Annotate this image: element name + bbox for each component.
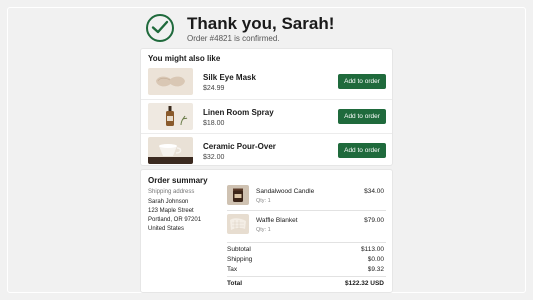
divider bbox=[227, 276, 386, 277]
page-title: Thank you, Sarah! bbox=[187, 14, 335, 33]
shipping-value: $0.00 bbox=[367, 256, 384, 263]
tax-value: $9.32 bbox=[367, 266, 384, 273]
checkmark-icon bbox=[146, 14, 174, 42]
product-price: $32.00 bbox=[203, 154, 225, 161]
order-summary-card: Order summary Shipping address Sarah Joh… bbox=[140, 169, 393, 293]
product-name: Silk Eye Mask bbox=[203, 73, 256, 82]
address-line: Sarah Johnson bbox=[148, 199, 189, 205]
divider bbox=[227, 210, 386, 211]
product-name: Linen Room Spray bbox=[203, 108, 274, 117]
product-name: Ceramic Pour-Over bbox=[203, 142, 276, 151]
product-price: $24.99 bbox=[203, 85, 225, 92]
subtotal-label: Subtotal bbox=[227, 246, 251, 253]
subtotal-value: $113.00 bbox=[360, 246, 384, 253]
confirmation-header: Thank you, Sarah! Order #4821 is confirm… bbox=[140, 10, 393, 48]
product-row-silk-eye-mask: Silk Eye Mask $24.99 Add to order bbox=[141, 65, 392, 100]
address-line: Portland, OR 97201 bbox=[148, 217, 202, 223]
total-value: $122.32 USD bbox=[344, 280, 384, 287]
sandalwood-candle-image bbox=[227, 185, 249, 205]
address-line: 123 Maple Street bbox=[148, 208, 194, 214]
line-item-qty: Qty: 1 bbox=[256, 198, 271, 204]
line-item-price: $34.00 bbox=[364, 188, 384, 195]
add-to-order-button[interactable]: Add to order bbox=[338, 74, 386, 89]
line-item-qty: Qty: 1 bbox=[256, 227, 271, 233]
product-row-linen-room-spray: Linen Room Spray $18.00 Add to order bbox=[141, 99, 392, 134]
linen-room-spray-image bbox=[148, 103, 193, 130]
order-confirmation-text: Order #4821 is confirmed. bbox=[187, 34, 280, 43]
line-item-name: Waffle Blanket bbox=[256, 217, 298, 224]
tax-label: Tax bbox=[227, 266, 238, 273]
divider bbox=[227, 242, 386, 243]
ceramic-pour-over-image bbox=[148, 137, 193, 164]
upsell-card: You might also like Silk Eye Mask $24.99… bbox=[140, 48, 393, 166]
shipping-address-label: Shipping address bbox=[148, 189, 195, 195]
upsell-title: You might also like bbox=[148, 54, 221, 63]
waffle-blanket-image bbox=[227, 214, 249, 234]
address-line: United States bbox=[148, 226, 185, 232]
order-confirmation-page: Thank you, Sarah! Order #4821 is confirm… bbox=[140, 10, 393, 293]
line-item-name: Sandalwood Candle bbox=[256, 188, 315, 195]
total-label: Total bbox=[227, 280, 243, 287]
add-to-order-button[interactable]: Add to order bbox=[338, 143, 386, 158]
product-row-ceramic-pour-over: Ceramic Pour-Over $32.00 Add to order bbox=[141, 133, 392, 168]
add-to-order-button[interactable]: Add to order bbox=[338, 109, 386, 124]
shipping-label: Shipping bbox=[227, 256, 253, 263]
product-price: $18.00 bbox=[203, 120, 225, 127]
silk-eye-mask-image bbox=[148, 68, 193, 95]
order-summary-title: Order summary bbox=[148, 176, 208, 185]
line-item-price: $79.00 bbox=[364, 217, 384, 224]
